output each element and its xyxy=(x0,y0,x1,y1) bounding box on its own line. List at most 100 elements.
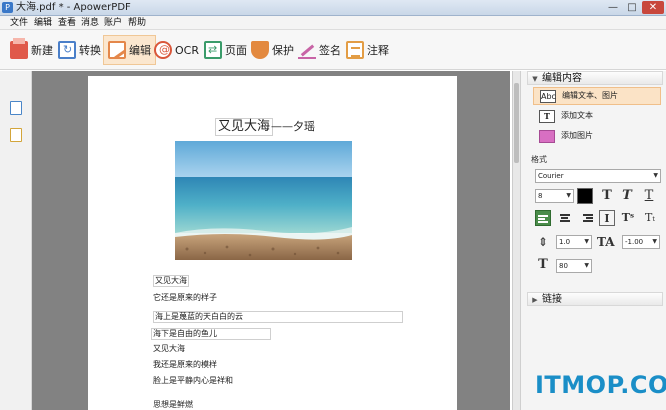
doc-line-4[interactable]: 海下是自由的鱼儿 xyxy=(151,328,271,340)
char-spacing-select[interactable]: -1.00 ▼ xyxy=(622,235,660,249)
window-title: 大海.pdf * - ApowerPDF xyxy=(16,2,131,13)
convert-label: 转换 xyxy=(79,44,101,57)
minimize-button[interactable]: — xyxy=(604,1,622,14)
page-button[interactable]: 页面 xyxy=(204,35,247,65)
italic-button[interactable]: T xyxy=(619,188,635,204)
font-color-swatch[interactable] xyxy=(577,188,593,204)
page-label: 页面 xyxy=(225,44,247,57)
align-vertical-button[interactable]: I xyxy=(599,210,615,226)
format-label: 格式 xyxy=(531,155,547,164)
protect-button[interactable]: 保护 xyxy=(251,35,294,65)
note-button[interactable]: 注释 xyxy=(346,35,389,65)
convert-button[interactable]: 转换 xyxy=(58,35,101,65)
link-label: 链接 xyxy=(542,294,562,305)
bold-button[interactable]: T xyxy=(599,188,615,204)
font-size-value: 8 xyxy=(538,192,543,200)
note-icon xyxy=(346,41,364,59)
doc-line-5[interactable]: 又见大海 xyxy=(153,344,185,354)
menu-file[interactable]: 文件 xyxy=(10,17,28,29)
font-family-select[interactable]: Courier ▼ xyxy=(535,169,661,183)
watermark-logo: ITMOP.COM xyxy=(535,371,666,399)
close-button[interactable]: ✕ xyxy=(642,1,664,14)
underline-button[interactable]: T xyxy=(641,188,657,204)
link-header[interactable]: ▶ 链接 xyxy=(527,292,663,306)
protect-label: 保护 xyxy=(272,44,294,57)
doc-line-7[interactable]: 脸上是平静内心是祥和 xyxy=(153,376,233,386)
edit-button[interactable]: 编辑 xyxy=(103,35,156,65)
document-viewport[interactable]: 又见大海 ——夕瑶 又见大海 它还是原来的样子 海上是蔑蓝的天白白的云 海下是自… xyxy=(32,71,510,410)
note-label: 注释 xyxy=(367,44,389,57)
menu-bar: 文件 编辑 查看 消息 账户 帮助 xyxy=(0,16,666,30)
doc-line-2[interactable]: 它还是原来的样子 xyxy=(153,293,217,303)
chevron-down-icon: ▼ xyxy=(653,172,658,179)
char-spacing-value: -1.00 xyxy=(625,238,644,246)
menu-edit[interactable]: 编辑 xyxy=(34,17,52,29)
font-size-select[interactable]: 8 ▼ xyxy=(535,189,574,203)
add-text-icon: T xyxy=(539,109,555,123)
chevron-down-icon: ▼ xyxy=(584,262,589,269)
align-center-button[interactable] xyxy=(557,210,573,226)
title-bar: P 大海.pdf * - ApowerPDF — □ ✕ xyxy=(0,0,666,16)
text-scale-value: 80 xyxy=(559,262,568,270)
pages-thumbnail-icon[interactable] xyxy=(10,101,22,115)
expand-arrow-icon: ▶ xyxy=(532,296,538,304)
convert-icon xyxy=(58,41,76,59)
text-scale-select[interactable]: 80 ▼ xyxy=(556,259,592,273)
doc-line-3[interactable]: 海上是蔑蓝的天白白的云 xyxy=(153,311,403,323)
add-image-icon xyxy=(539,129,555,143)
attachment-icon[interactable] xyxy=(10,128,22,142)
collapse-arrow-icon: ▼ xyxy=(532,75,538,83)
new-label: 新建 xyxy=(31,44,53,57)
doc-title[interactable]: 又见大海 xyxy=(215,118,274,136)
sign-label: 签名 xyxy=(319,44,341,57)
edit-label: 编辑 xyxy=(129,44,151,57)
add-text-option[interactable]: T 添加文本 xyxy=(533,107,661,125)
char-spacing-icon: TA xyxy=(597,235,615,249)
add-image-option[interactable]: 添加图片 xyxy=(533,127,661,145)
menu-help[interactable]: 帮助 xyxy=(128,17,146,29)
ocr-button[interactable]: OCR xyxy=(154,35,199,65)
align-right-button[interactable] xyxy=(579,210,595,226)
doc-line-6[interactable]: 我还是原来的模样 xyxy=(153,360,217,370)
line-spacing-select[interactable]: 1.0 ▼ xyxy=(556,235,592,249)
toolbar: 新建 转换 编辑 OCR 页面 保护 签名 注释 xyxy=(0,30,666,70)
scrollbar-thumb[interactable] xyxy=(514,83,519,163)
subscript-button[interactable]: Tₜ xyxy=(642,210,658,226)
new-button[interactable]: 新建 xyxy=(10,35,53,65)
text-scale-icon: T xyxy=(538,257,548,272)
right-panel: ▼ 编辑内容 Abc 编辑文本、图片 T 添加文本 添加图片 格式 Courier… xyxy=(520,71,666,410)
maximize-button[interactable]: □ xyxy=(623,1,641,14)
edit-content-label: 编辑内容 xyxy=(542,73,582,84)
edit-text-image-option[interactable]: Abc 编辑文本、图片 xyxy=(533,87,661,105)
sea-photo[interactable] xyxy=(175,141,352,260)
page-icon xyxy=(204,41,222,59)
edit-content-header[interactable]: ▼ 编辑内容 xyxy=(527,71,663,85)
menu-view[interactable]: 查看 xyxy=(58,17,76,29)
chevron-down-icon: ▼ xyxy=(652,238,657,245)
sign-icon xyxy=(298,41,316,59)
line-spacing-value: 1.0 xyxy=(559,238,571,246)
doc-line-8[interactable]: 思想是鲜燃 xyxy=(153,400,193,410)
add-image-label: 添加图片 xyxy=(561,131,593,140)
new-icon xyxy=(10,38,28,59)
superscript-button[interactable]: Tˢ xyxy=(620,210,636,226)
ocr-label: OCR xyxy=(175,43,199,57)
pdf-page[interactable]: 又见大海 ——夕瑶 又见大海 它还是原来的样子 海上是蔑蓝的天白白的云 海下是自… xyxy=(88,76,457,410)
document-scrollbar[interactable] xyxy=(512,71,520,410)
menu-messages[interactable]: 消息 xyxy=(81,17,99,29)
doc-line-1[interactable]: 又见大海 xyxy=(153,275,189,287)
protect-icon xyxy=(251,41,269,59)
ocr-icon xyxy=(154,41,172,59)
doc-subtitle[interactable]: ——夕瑶 xyxy=(271,120,315,134)
align-left-button[interactable] xyxy=(535,210,551,226)
chevron-down-icon: ▼ xyxy=(566,192,571,199)
font-family-value: Courier xyxy=(538,172,564,180)
line-spacing-icon: ⇕ xyxy=(537,235,549,249)
edit-icon xyxy=(108,41,126,59)
chevron-down-icon: ▼ xyxy=(584,238,589,245)
menu-account[interactable]: 账户 xyxy=(104,17,122,29)
left-panel xyxy=(0,71,32,410)
add-text-label: 添加文本 xyxy=(561,111,593,120)
sign-button[interactable]: 签名 xyxy=(298,35,341,65)
edit-text-image-icon: Abc xyxy=(540,89,556,103)
